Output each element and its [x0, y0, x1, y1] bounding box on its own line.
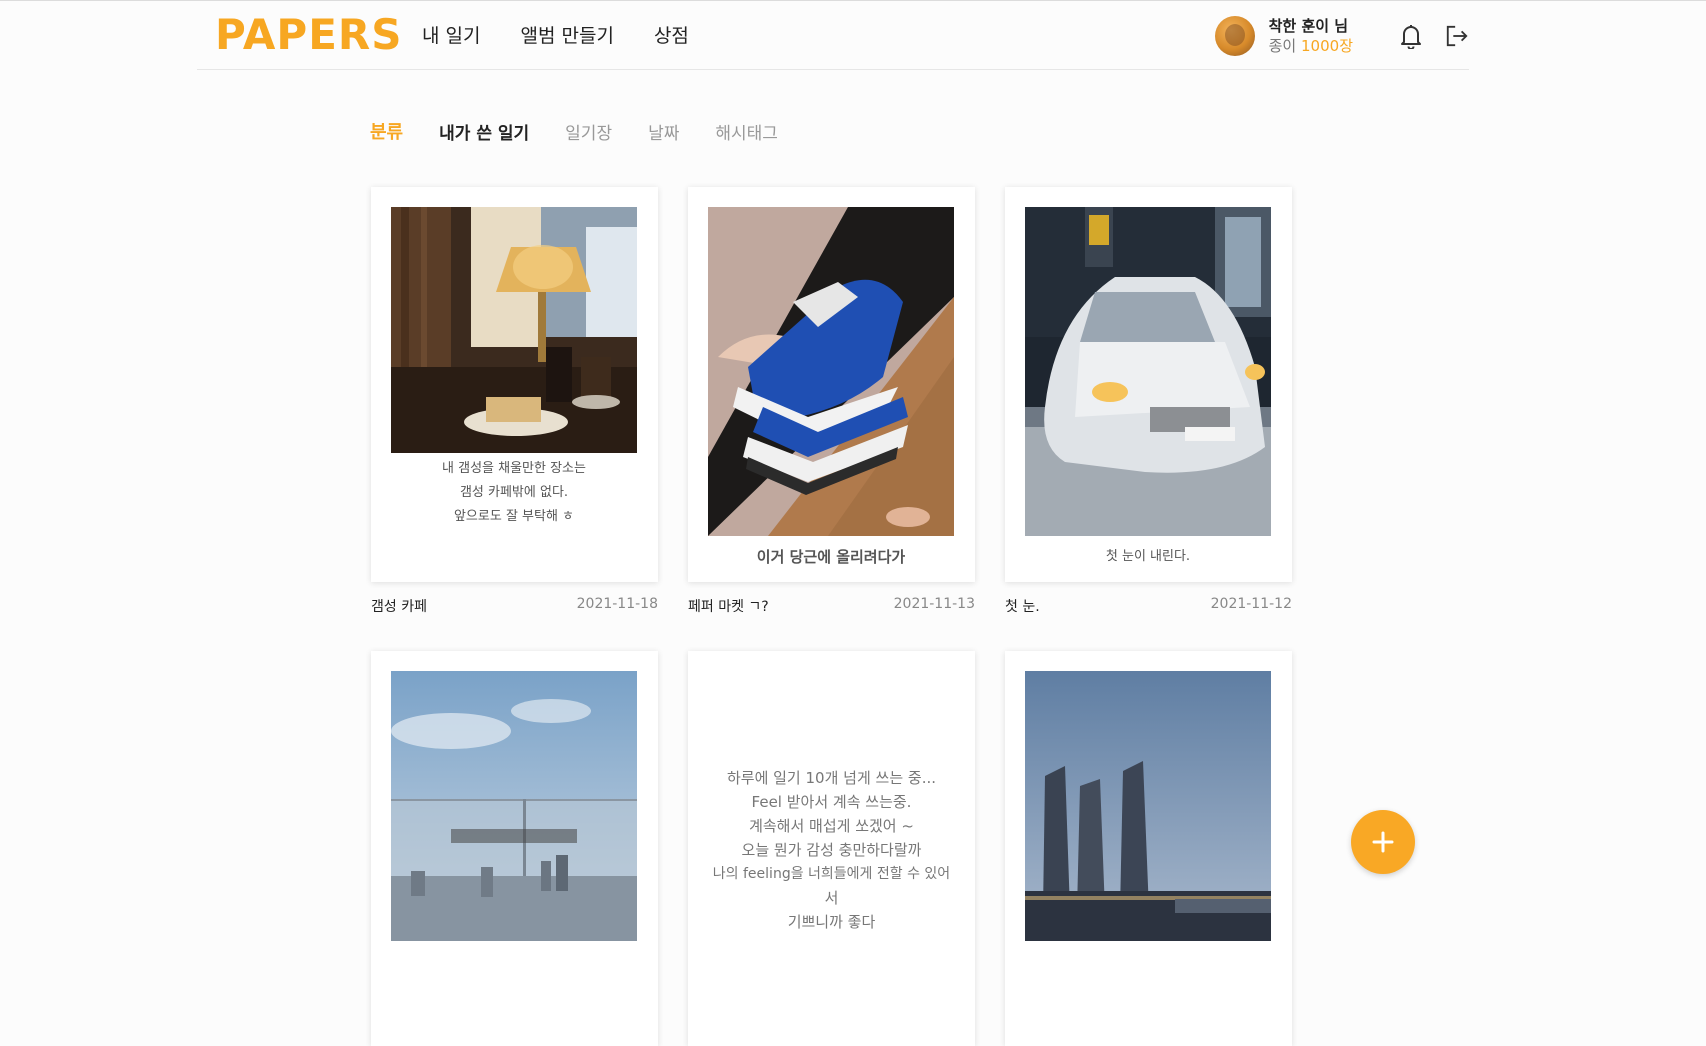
tab-diary-book[interactable]: 일기장 — [565, 119, 612, 144]
tab-hashtag[interactable]: 해시태그 — [715, 119, 778, 144]
category-label: 분류 — [370, 122, 404, 143]
diary-paper[interactable]: 이거 당근에 올리려다가 — [688, 187, 975, 582]
caption-line: 첫 눈이 내린다. — [1105, 549, 1191, 564]
diary-photo — [391, 671, 637, 941]
text-line: 기쁘니까 좋다 — [787, 913, 876, 931]
text-line: 나의 feeling을 너희들에게 전할 수 있어 — [712, 866, 951, 882]
text-line: Feel 받아서 계속 쓰는중. — [751, 793, 912, 811]
avatar[interactable] — [1214, 16, 1255, 56]
paper-label: 종이 — [1268, 37, 1297, 55]
diary-meta: 갬성 카페 2021-11-18 — [371, 596, 658, 616]
tab-my-diaries[interactable]: 내가 쓴 일기 — [439, 119, 529, 144]
paper-balance: 종이 1000장 — [1269, 36, 1353, 56]
diary-paper[interactable] — [371, 651, 658, 1046]
add-diary-button[interactable] — [1351, 810, 1415, 874]
nav-shop[interactable]: 상점 — [654, 23, 689, 49]
diary-card: 내 갬성을 채울만한 장소는 갬성 카페밖에 없다. 앞으로도 잘 부탁해 ㅎ … — [371, 187, 658, 616]
diary-meta: 첫 눈. 2021-11-12 — [1005, 596, 1292, 616]
diary-paper[interactable]: 하루에 일기 10개 넘게 쓰는 중... Feel 받아서 계속 쓰는중. 계… — [688, 651, 975, 1046]
diary-title[interactable]: 페퍼 마켓 ㄱ? — [688, 596, 769, 616]
diary-caption: 첫 눈이 내린다. — [1025, 545, 1271, 569]
diary-date: 2021-11-18 — [576, 596, 658, 612]
diary-paper[interactable]: 첫 눈이 내린다. — [1005, 187, 1292, 582]
diary-meta: 페퍼 마켓 ㄱ? 2021-11-13 — [688, 596, 975, 616]
text-line: 서 — [824, 889, 839, 907]
text-line: 오늘 뭔가 감성 충만하다랄까 — [741, 841, 922, 859]
text-line: 하루에 일기 10개 넘게 쓰는 중... — [726, 769, 937, 787]
bell-icon[interactable] — [1399, 22, 1423, 50]
diary-photo — [1025, 207, 1271, 536]
diary-photo — [391, 207, 637, 453]
user-name: 착한 훈이 님 — [1268, 17, 1349, 35]
diary-caption: 내 갬성을 채울만한 장소는 갬성 카페밖에 없다. 앞으로도 잘 부탁해 ㅎ — [391, 457, 637, 529]
plus-icon — [1372, 831, 1394, 853]
diary-title[interactable]: 갬성 카페 — [371, 596, 427, 616]
tab-date[interactable]: 날짜 — [648, 119, 679, 144]
user-area: 착한 훈이 님 종이 1000장 — [1214, 15, 1469, 57]
nav-make-album[interactable]: 앨범 만들기 — [520, 23, 613, 49]
text-line: 계속해서 매섭게 쏘겠어 ~ — [749, 817, 914, 835]
diary-date: 2021-11-12 — [1210, 596, 1292, 612]
caption-line: 앞으로도 잘 부탁해 ㅎ — [453, 509, 575, 524]
diary-card: 하루에 일기 10개 넘게 쓰는 중... Feel 받아서 계속 쓰는중. 계… — [688, 651, 975, 1046]
user-info: 착한 훈이 님 종이 1000장 — [1269, 16, 1353, 56]
diary-card — [371, 651, 658, 1046]
diary-card: 이거 당근에 올리려다가 페퍼 마켓 ㄱ? 2021-11-13 — [688, 187, 975, 616]
diary-text: 하루에 일기 10개 넘게 쓰는 중... Feel 받아서 계속 쓰는중. 계… — [706, 766, 957, 934]
category-tabs: 분류 내가 쓴 일기 일기장 날짜 해시태그 — [370, 118, 814, 144]
paper-count: 1000장 — [1301, 37, 1353, 55]
caption-line: 갬성 카페밖에 없다. — [459, 485, 569, 500]
diary-paper[interactable]: 내 갬성을 채울만한 장소는 갬성 카페밖에 없다. 앞으로도 잘 부탁해 ㅎ — [371, 187, 658, 582]
logo[interactable]: PAPERS — [215, 11, 403, 59]
logout-icon[interactable] — [1445, 22, 1469, 50]
caption-line: 내 갬성을 채울만한 장소는 — [442, 461, 586, 476]
caption-line: 이거 당근에 올리려다가 — [756, 548, 906, 566]
nav-my-diary[interactable]: 내 일기 — [422, 23, 480, 49]
main-nav: 내 일기 앨범 만들기 상점 — [422, 23, 689, 49]
diary-caption: 이거 당근에 올리려다가 — [708, 545, 954, 569]
diary-title[interactable]: 첫 눈. — [1005, 596, 1040, 616]
diary-date: 2021-11-13 — [893, 596, 975, 612]
diary-photo — [1025, 671, 1271, 941]
diary-paper[interactable] — [1005, 651, 1292, 1046]
diary-card: 첫 눈이 내린다. 첫 눈. 2021-11-12 — [1005, 187, 1292, 616]
diary-photo — [708, 207, 954, 536]
diary-card — [1005, 651, 1292, 1046]
header: PAPERS 내 일기 앨범 만들기 상점 착한 훈이 님 종이 1000장 — [197, 1, 1469, 70]
